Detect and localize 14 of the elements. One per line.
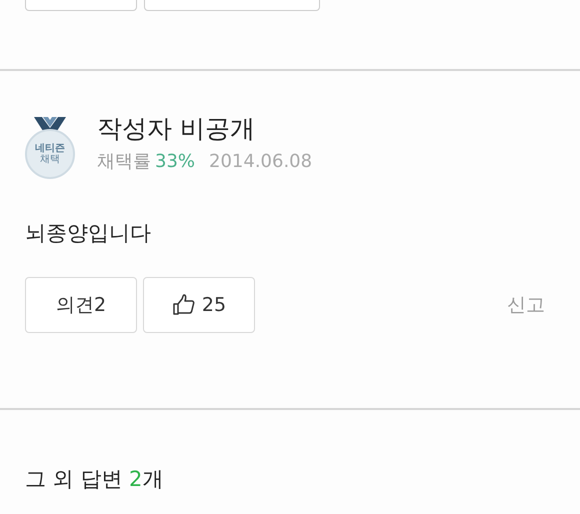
thumbs-up-icon (172, 293, 196, 317)
badge-text: 채택 (40, 154, 60, 165)
author-name: 작성자 비공개 (97, 113, 256, 145)
cut-off-button[interactable] (144, 0, 320, 11)
adoption-label: 채택률 (97, 150, 151, 173)
badge-text: 네티즌 (35, 143, 65, 154)
like-button[interactable]: 25 (143, 277, 255, 333)
adoption-rate: 33% (155, 151, 196, 172)
answer-text: 뇌종양입니다 (25, 220, 152, 247)
answer-date: 2014.06.08 (209, 151, 312, 172)
comments-button[interactable]: 의견2 (25, 277, 137, 333)
cut-off-button[interactable] (25, 0, 137, 11)
ribbon-icon (34, 117, 66, 131)
other-answers-heading: 그 외 답변 2개 (24, 466, 164, 493)
